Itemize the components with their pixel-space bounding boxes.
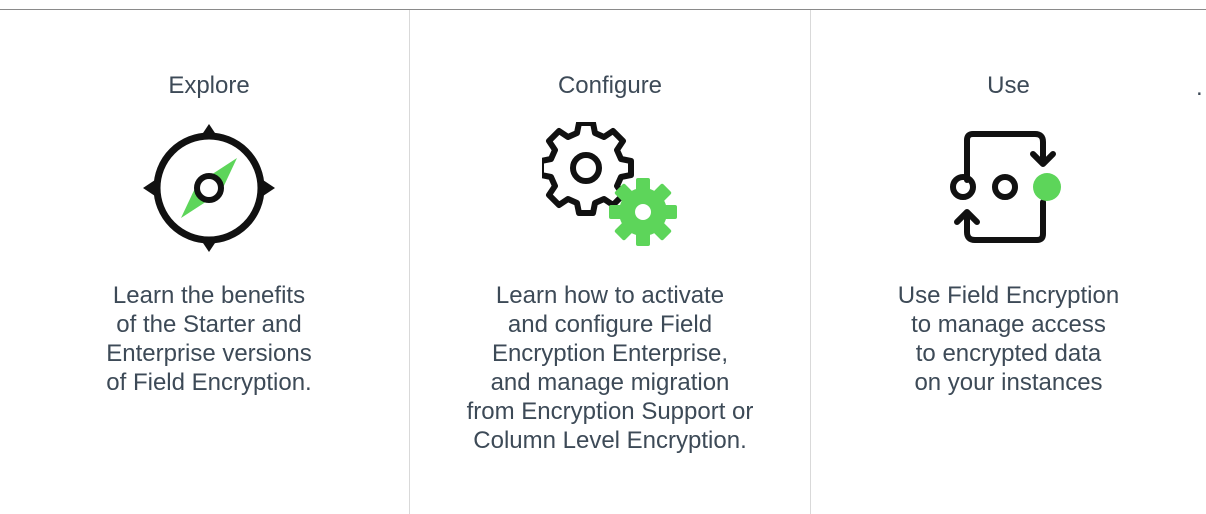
card-configure-title[interactable]: Configure (410, 70, 810, 102)
card-explore[interactable]: Explore Learn the benefits of the Starte… (9, 10, 409, 514)
card-configure-description: Learn how to activate and configure Fiel… (466, 282, 754, 454)
compass-icon (143, 124, 275, 252)
cycle-dots-icon (950, 131, 1061, 243)
stray-mark: . (1196, 74, 1203, 101)
card-explore-title[interactable]: Explore (9, 70, 409, 102)
card-use[interactable]: Use Use Field Encryption to manage acces… (811, 10, 1206, 514)
gears-icon (542, 122, 677, 246)
card-configure[interactable]: Configure Learn how to activate and conf… (410, 10, 810, 514)
card-explore-description: Learn the benefits of the Starter and En… (106, 282, 312, 396)
encryption-overview-page: Explore Learn the benefits of the Starte… (0, 0, 1206, 514)
card-use-description: Use Field Encryption to manage access to… (897, 282, 1120, 396)
card-use-title[interactable]: Use (811, 70, 1206, 102)
